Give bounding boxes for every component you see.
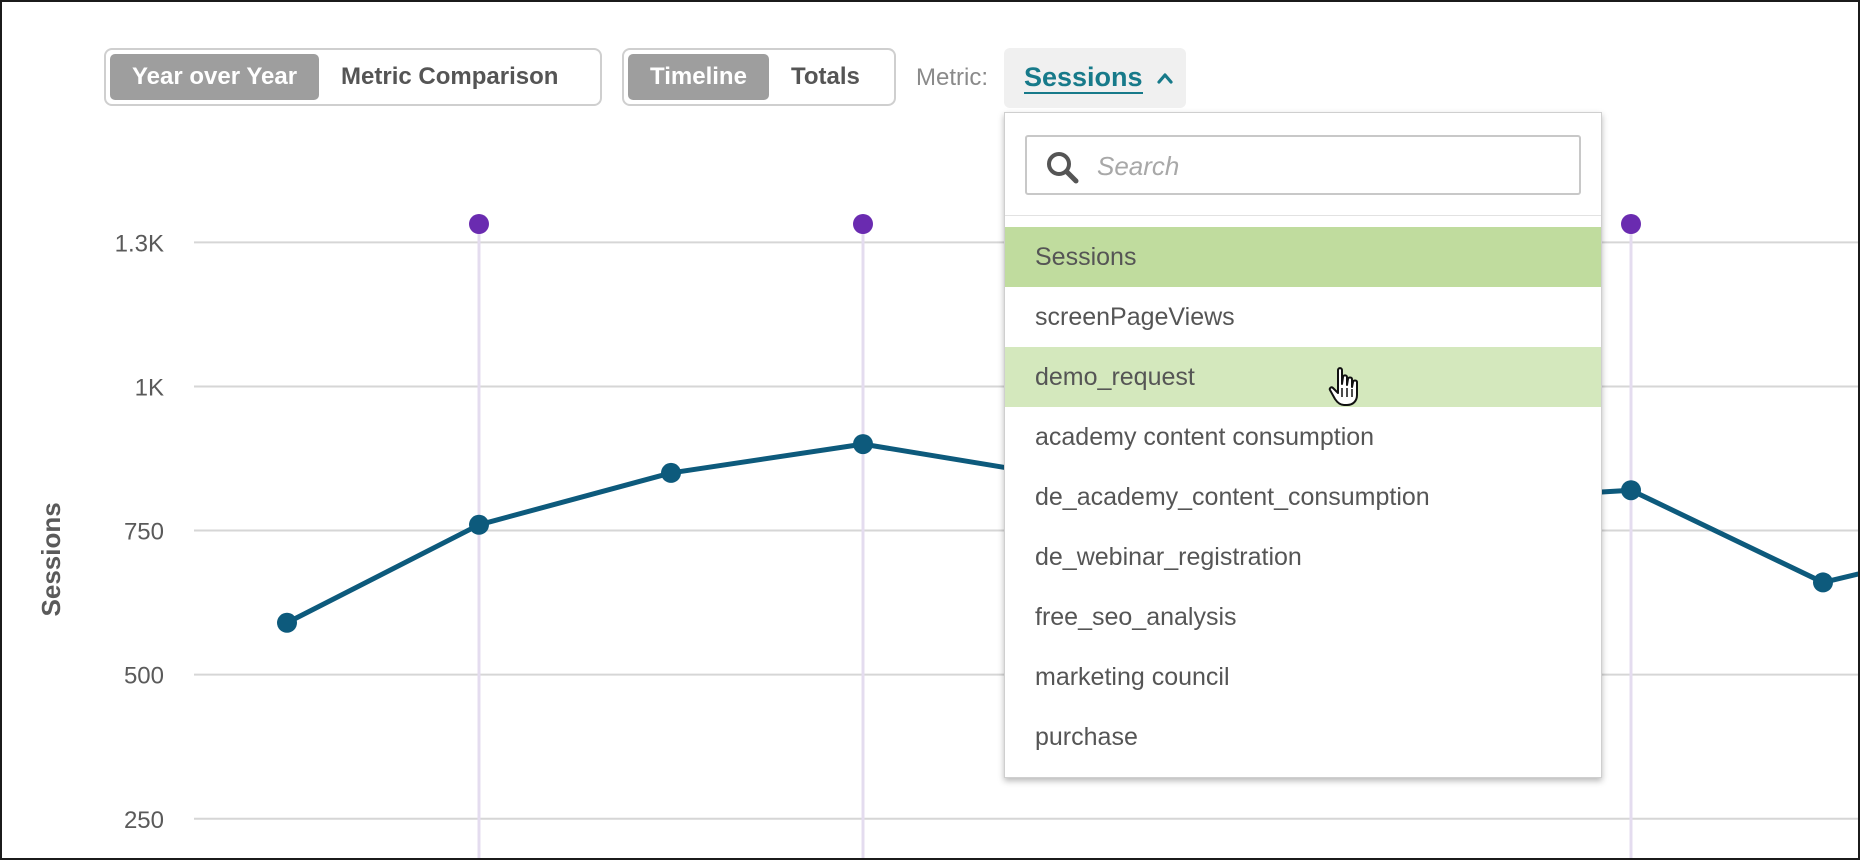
data-point[interactable] [661,462,681,483]
metric-option-demo-request[interactable]: demo_request [1005,347,1601,407]
data-point[interactable] [853,434,873,455]
metric-comparison-option[interactable]: Metric Comparison [319,54,580,100]
y-tick-label: 250 [124,807,164,834]
y-tick-label: 500 [124,663,164,690]
data-point[interactable] [469,514,489,535]
metric-search-box [1025,135,1581,195]
metric-option-de-academy-content-consumption[interactable]: de_academy_content_consumption [1005,467,1601,527]
data-point[interactable] [1621,480,1641,501]
dropdown-divider [1005,215,1601,216]
metric-search-input[interactable] [1097,145,1567,187]
metric-select-value: Sessions [1024,62,1143,94]
annotation-marker[interactable] [853,214,873,234]
comparison-mode-toggle: Year over Year Metric Comparison [104,48,602,106]
metric-option-free-seo-analysis[interactable]: free_seo_analysis [1005,587,1601,647]
search-icon [1047,152,1079,184]
view-type-toggle: Timeline Totals [622,48,896,106]
metric-dropdown: Sessions screenPageViews demo_request ac… [1004,112,1602,778]
metric-option-academy-content-consumption[interactable]: academy content consumption [1005,407,1601,467]
metric-option-screenpageviews[interactable]: screenPageViews [1005,287,1601,347]
y-tick-label: 1K [135,374,164,401]
chevron-up-icon [1156,73,1173,84]
metric-options-list: Sessions screenPageViews demo_request ac… [1005,227,1601,767]
app-frame: 250 500 750 1K 1.3K Sessions Year over Year … [0,0,1860,860]
annotation-marker[interactable] [1621,214,1641,234]
data-point[interactable] [277,612,297,633]
year-over-year-option[interactable]: Year over Year [110,54,320,100]
data-point[interactable] [1813,572,1833,593]
metric-option-sessions[interactable]: Sessions [1005,227,1601,287]
timeline-option[interactable]: Timeline [628,54,769,100]
hand-pointer-cursor-icon [1328,367,1358,406]
y-axis-label: Sessions [36,502,66,616]
annotation-marker[interactable] [469,214,489,234]
metric-label: Metric: [916,64,988,91]
totals-option[interactable]: Totals [769,54,882,100]
metric-option-purchase[interactable]: purchase [1005,707,1601,767]
metric-option-de-webinar-registration[interactable]: de_webinar_registration [1005,527,1601,587]
metric-select-button[interactable]: Sessions [1004,48,1186,108]
y-tick-label: 750 [124,519,164,546]
metric-option-marketing-council[interactable]: marketing council [1005,647,1601,707]
y-tick-label: 1.3K [115,230,164,257]
